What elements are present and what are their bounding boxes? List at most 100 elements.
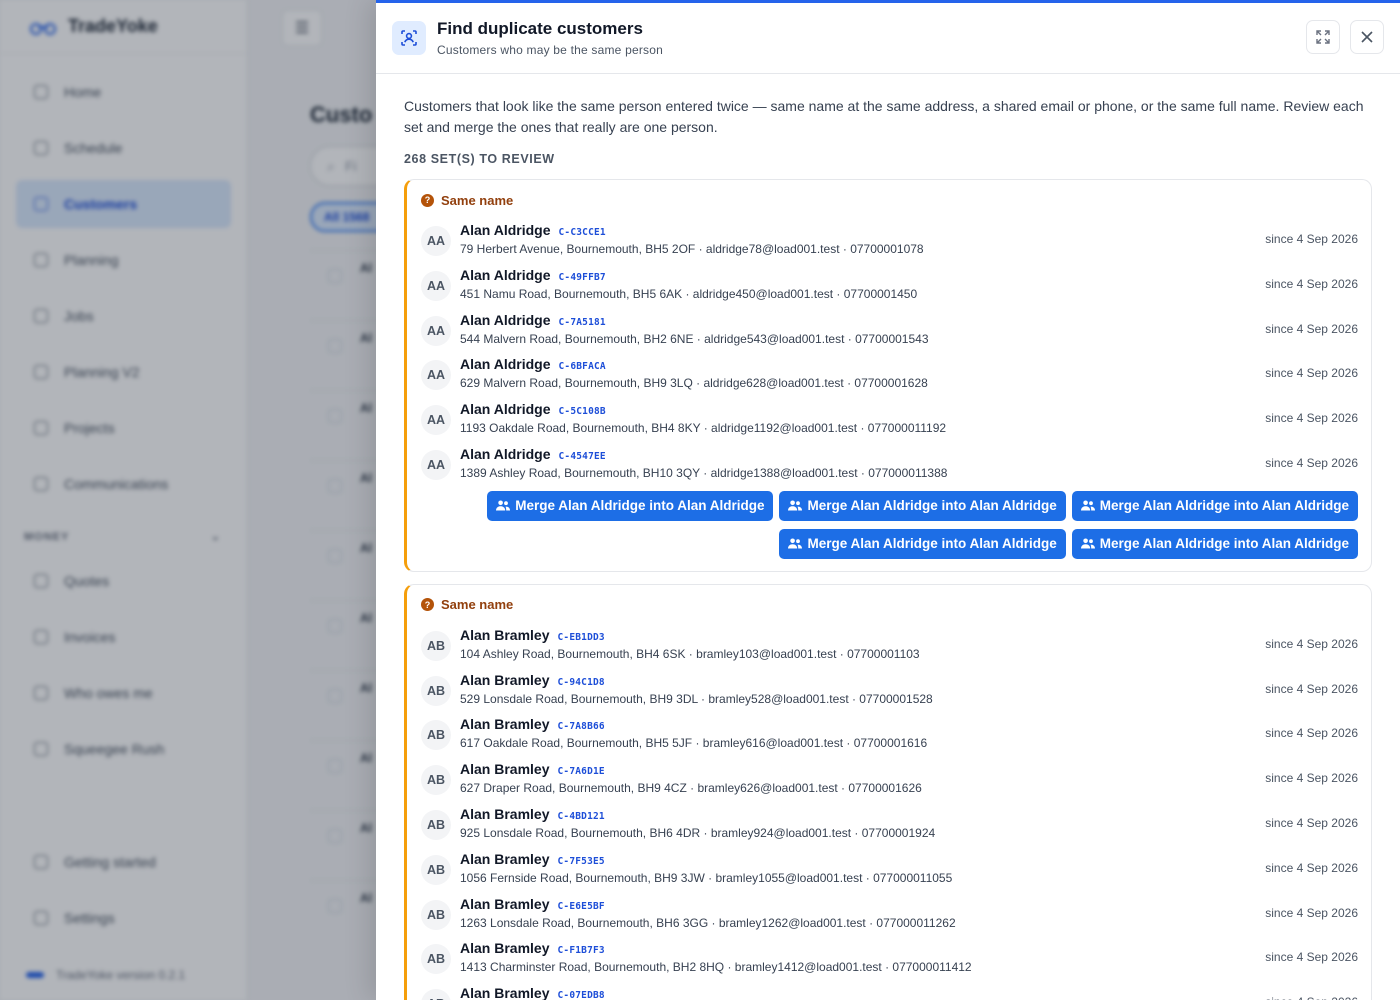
- group-reason: Same name: [441, 192, 514, 208]
- customer-name-line: Alan Bramley C-4BD121: [460, 806, 605, 822]
- customer-details: 104 Ashley Road, Bournemouth, BH4 6SK · …: [460, 646, 920, 661]
- list-item[interactable]: AB Alan Bramley C-07EDB8 since 4 Sep 2026: [421, 985, 1358, 1000]
- customer-details: 529 Lonsdale Road, Bournemouth, BH9 3DL …: [460, 691, 933, 706]
- customer-ref: C-07EDB8: [557, 990, 605, 1000]
- merge-button-label: Merge Alan Aldridge into Alan Aldridge: [1099, 536, 1349, 552]
- drawer-header: Find duplicate customers Customers who m…: [376, 3, 1400, 74]
- avatar: AB: [421, 675, 451, 706]
- customer-name[interactable]: Alan Bramley: [460, 627, 549, 643]
- customer-name[interactable]: Alan Bramley: [460, 896, 549, 912]
- list-item[interactable]: AA Alan Aldridge C-6BFACA 629 Malvern Road,…: [421, 356, 1358, 401]
- customer-name-line: Alan Bramley C-94C1D8: [460, 672, 605, 688]
- merge-button[interactable]: Merge Alan Aldridge into Alan Aldridge: [779, 528, 1066, 559]
- duplicate-group: ? Same name AB Alan Bramley C-EB1DD3 104 Ashl…: [404, 583, 1372, 1000]
- group-header: ? Same name: [421, 192, 1358, 208]
- customer-ref: C-4547EE: [558, 450, 606, 462]
- list-item[interactable]: AA Alan Aldridge C-C3CCE1 79 Herbert Avenue…: [421, 222, 1358, 267]
- customer-name[interactable]: Alan Bramley: [460, 716, 549, 732]
- merge-button-label: Merge Alan Aldridge into Alan Aldridge: [515, 498, 765, 514]
- customer-name[interactable]: Alan Bramley: [460, 940, 549, 956]
- customer-ref: C-F1B7F3: [557, 945, 605, 957]
- customer-ref: C-C3CCE1: [558, 227, 606, 238]
- customer-details: 451 Namu Road, Bournemouth, BH5 6AK · al…: [460, 286, 918, 301]
- merge-button[interactable]: Merge Alan Aldridge into Alan Aldridge: [487, 490, 774, 521]
- customer-ref: C-7A5181: [558, 316, 606, 328]
- list-item[interactable]: AB Alan Bramley C-F1B7F3 1413 Charminster R…: [421, 940, 1358, 985]
- dialog-title: Find duplicate customers: [437, 19, 643, 38]
- customer-since: since 4 Sep 2026: [1265, 726, 1358, 741]
- customer-name[interactable]: Alan Aldridge: [460, 401, 551, 417]
- list-item[interactable]: AA Alan Aldridge C-49FFB7 451 Namu Road, Bo…: [421, 267, 1358, 312]
- customer-ref: C-6BFACA: [558, 361, 606, 373]
- customer-details: 1389 Ashley Road, Bournemouth, BH10 3QY …: [460, 465, 948, 480]
- expand-icon: [1316, 30, 1330, 44]
- customer-name[interactable]: Alan Bramley: [460, 761, 549, 777]
- group-reason: Same name: [441, 597, 514, 613]
- merge-button[interactable]: Merge Alan Aldridge into Alan Aldridge: [1071, 528, 1358, 559]
- users-icon: [1080, 538, 1095, 549]
- merge-button[interactable]: Merge Alan Aldridge into Alan Aldridge: [1071, 490, 1358, 521]
- duplicate-groups: ? Same name AA Alan Aldridge C-C3CCE1 79 Herb…: [404, 179, 1372, 1000]
- customer-details: 629 Malvern Road, Bournemouth, BH9 3LQ ·…: [460, 376, 928, 391]
- list-item[interactable]: AB Alan Bramley C-E6E5BF 1263 Lonsdale Road…: [421, 896, 1358, 941]
- close-icon: [1361, 31, 1373, 43]
- set-count: 268 SET(S) TO REVIEW: [404, 152, 555, 166]
- customer-since: since 4 Sep 2026: [1265, 950, 1358, 965]
- customer-name[interactable]: Alan Bramley: [460, 985, 549, 1000]
- customer-since: since 4 Sep 2026: [1265, 995, 1358, 1000]
- avatar: AA: [421, 226, 451, 256]
- customer-ref: C-EB1DD3: [557, 631, 605, 643]
- duplicate-group: ? Same name AA Alan Aldridge C-C3CCE1 79 Herb…: [404, 179, 1372, 572]
- customer-since: since 4 Sep 2026: [1265, 366, 1358, 381]
- customer-since: since 4 Sep 2026: [1265, 681, 1358, 696]
- list-item[interactable]: AA Alan Aldridge C-5C108B 1193 Oakdale Road…: [421, 401, 1358, 446]
- customer-name-line: Alan Bramley C-7A8B66: [460, 716, 605, 732]
- customer-details: 627 Draper Road, Bournemouth, BH9 4CZ · …: [460, 781, 922, 796]
- list-item[interactable]: AA Alan Aldridge C-4547EE 1389 Ashley Road,…: [421, 446, 1358, 491]
- customer-details: 925 Lonsdale Road, Bournemouth, BH6 4DR …: [460, 825, 936, 840]
- question-circle-icon: ?: [421, 598, 434, 612]
- close-button[interactable]: [1350, 20, 1384, 54]
- customer-name-line: Alan Bramley C-7A6D1E: [460, 761, 605, 777]
- customer-ref: C-7A6D1E: [557, 766, 605, 778]
- customer-name-line: Alan Bramley C-F1B7F3: [460, 940, 605, 956]
- list-item[interactable]: AB Alan Bramley C-7F53E5 1056 Fernside Road…: [421, 851, 1358, 896]
- list-item[interactable]: AB Alan Bramley C-7A6D1E 627 Draper Road, B…: [421, 761, 1358, 806]
- customer-name-line: Alan Aldridge C-6BFACA: [460, 356, 606, 372]
- customer-name-line: Alan Bramley C-7F53E5: [460, 851, 605, 867]
- merge-button[interactable]: Merge Alan Aldridge into Alan Aldridge: [779, 490, 1066, 521]
- customer-since: since 4 Sep 2026: [1265, 232, 1358, 246]
- customer-name[interactable]: Alan Bramley: [460, 672, 549, 688]
- avatar: AA: [421, 360, 451, 391]
- customer-ref: C-7F53E5: [557, 855, 605, 867]
- customer-since: since 4 Sep 2026: [1265, 771, 1358, 786]
- customer-name[interactable]: Alan Bramley: [460, 851, 549, 867]
- customer-details: 1056 Fernside Road, Bournemouth, BH9 3JW…: [460, 870, 953, 885]
- list-item[interactable]: AB Alan Bramley C-EB1DD3 104 Ashley Road, B…: [421, 627, 1358, 672]
- customer-name[interactable]: Alan Aldridge: [460, 267, 551, 283]
- question-circle-icon: ?: [421, 193, 434, 207]
- list-item[interactable]: AB Alan Bramley C-4BD121 925 Lonsdale Road,…: [421, 806, 1358, 851]
- avatar: AB: [421, 809, 451, 840]
- expand-button[interactable]: [1306, 20, 1340, 54]
- customer-name-line: Alan Aldridge C-4547EE: [460, 446, 606, 462]
- users-icon: [788, 500, 803, 511]
- customer-since: since 4 Sep 2026: [1265, 321, 1358, 336]
- avatar: AB: [421, 630, 451, 661]
- customer-name[interactable]: Alan Bramley: [460, 806, 549, 822]
- list-item[interactable]: AA Alan Aldridge C-7A5181 544 Malvern Road,…: [421, 312, 1358, 357]
- avatar: AA: [421, 449, 451, 480]
- list-item[interactable]: AB Alan Bramley C-94C1D8 529 Lonsdale Road,…: [421, 672, 1358, 717]
- customer-ref: C-4BD121: [557, 810, 605, 822]
- list-item[interactable]: AB Alan Bramley C-7A8B66 617 Oakdale Road, …: [421, 716, 1358, 761]
- merge-actions: Merge Alan Aldridge into Alan Aldridge Me…: [421, 490, 1358, 521]
- customer-since: since 4 Sep 2026: [1265, 815, 1358, 830]
- users-icon: [496, 500, 511, 511]
- customer-name[interactable]: Alan Aldridge: [460, 222, 551, 238]
- customer-since: since 4 Sep 2026: [1265, 276, 1358, 291]
- customer-since: since 4 Sep 2026: [1265, 455, 1358, 470]
- customer-name[interactable]: Alan Aldridge: [460, 446, 551, 462]
- avatar: AA: [421, 405, 451, 436]
- customer-name[interactable]: Alan Aldridge: [460, 312, 551, 328]
- customer-name[interactable]: Alan Aldridge: [460, 356, 551, 372]
